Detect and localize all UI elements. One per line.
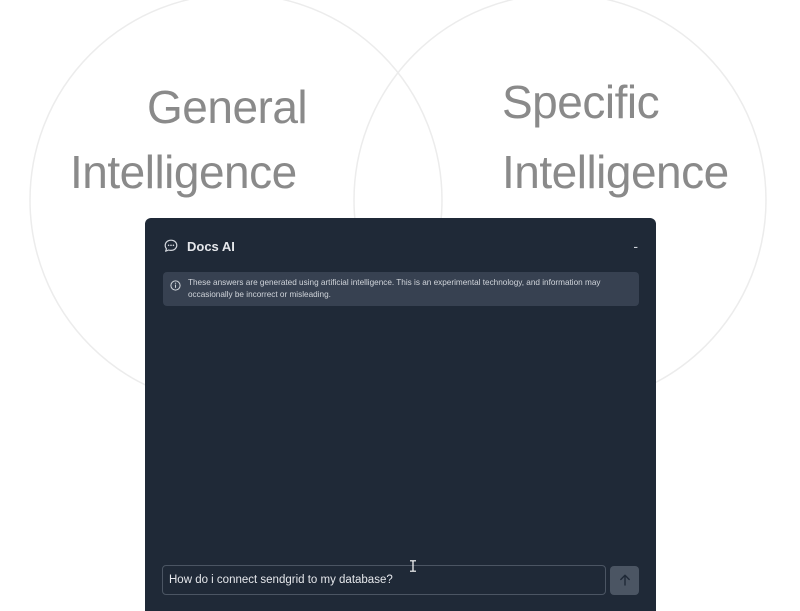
left-circle-label-line2: Intelligence bbox=[70, 146, 297, 198]
send-button[interactable] bbox=[610, 565, 639, 595]
arrow-up-icon bbox=[618, 573, 632, 587]
ai-disclaimer-notice: These answers are generated using artifi… bbox=[163, 272, 639, 306]
minimize-button[interactable]: - bbox=[622, 236, 638, 256]
chat-input-row bbox=[162, 565, 639, 595]
panel-title: Docs AI bbox=[187, 238, 235, 254]
left-circle-label-line1: General bbox=[147, 81, 308, 133]
text-cursor-icon bbox=[409, 559, 417, 572]
docs-ai-panel: Docs AI - These answers are generated us… bbox=[145, 218, 656, 611]
panel-header: Docs AI - bbox=[163, 236, 638, 256]
right-circle-label-line1: Specific bbox=[502, 76, 660, 128]
chat-input[interactable] bbox=[162, 565, 606, 595]
notice-text: These answers are generated using artifi… bbox=[188, 278, 601, 299]
right-circle-label-line2: Intelligence bbox=[502, 146, 729, 198]
chat-bubble-icon bbox=[163, 238, 179, 254]
info-icon bbox=[170, 280, 181, 291]
